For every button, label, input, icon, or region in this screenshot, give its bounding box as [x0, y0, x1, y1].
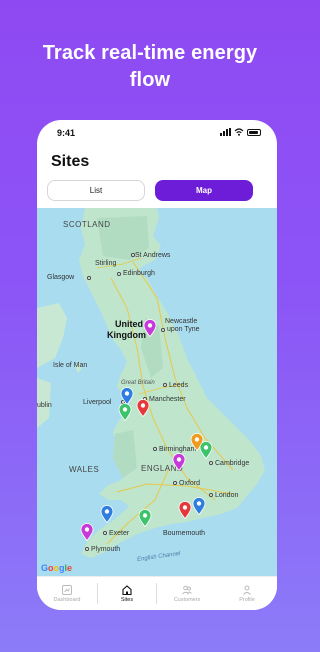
tab-customers[interactable]: Customers [157, 577, 217, 610]
tab-profile-label: Profile [239, 597, 255, 603]
map-label-glasgow: Glasgow [47, 274, 75, 281]
map-label-scotland: SCOTLAND [63, 220, 111, 229]
status-time: 9:41 [57, 128, 76, 138]
city-marker-birmingham [153, 447, 157, 451]
map-label-isle-of-man: Isle of Man [53, 362, 88, 369]
headline-line-1: Track real-time energy [42, 42, 258, 64]
google-logo-letter: G [41, 563, 49, 573]
city-marker-glasgow [87, 276, 91, 280]
map-label-cambridge: Cambridge [215, 460, 250, 467]
wifi-icon [234, 128, 244, 136]
site-pin-blue[interactable] [100, 505, 114, 523]
tab-dashboard-label: Dashboard [53, 597, 81, 603]
map-label-leeds: Leeds [169, 382, 189, 389]
city-marker-london [209, 493, 213, 497]
google-attribution: Google [41, 563, 72, 573]
site-pin-purple[interactable] [143, 319, 157, 337]
map-label-kingdom: Kingdom [107, 330, 146, 340]
map-label-liverpool: Liverpool [83, 399, 112, 406]
map-label-plymouth: Plymouth [91, 546, 121, 553]
city-marker-edinburgh [117, 272, 121, 276]
dashboard-icon [62, 585, 72, 595]
bottom-tab-bar: Dashboard Sites Customers Profile [37, 576, 277, 610]
ireland-landmass [37, 303, 67, 368]
site-pin-red[interactable] [136, 399, 150, 417]
city-marker-exeter [103, 531, 107, 535]
city-marker-st-andrews [131, 253, 135, 257]
profile-icon [243, 585, 251, 595]
map-label-great-britain: Great Britain [121, 380, 155, 386]
map-label-exeter: Exeter [109, 530, 130, 537]
map-label-stirling: Stirling [95, 260, 117, 267]
tab-customers-label: Customers [173, 597, 201, 603]
tab-dashboard[interactable]: Dashboard [37, 577, 97, 610]
map-label-united: United [115, 319, 143, 329]
map-label-st-andrews: St Andrews [135, 252, 171, 259]
city-marker-cambridge [209, 461, 213, 465]
map-label-london: London [215, 492, 239, 499]
signal-icon [220, 128, 231, 136]
map-label-edinburgh: Edinburgh [123, 270, 155, 277]
site-pin-green[interactable] [138, 509, 152, 527]
phone-frame: 9:41 Sites List Map SCOTLAND St Andrews … [37, 120, 277, 610]
map-label-newcastle: Newcastle [165, 318, 198, 325]
status-icons [220, 128, 261, 136]
city-marker-plymouth [85, 547, 89, 551]
status-bar: 9:41 [37, 120, 277, 146]
map-view-toggle[interactable]: Map [155, 180, 253, 201]
map-base [37, 208, 265, 558]
map-label-oxford: Oxford [179, 480, 201, 487]
tab-sites-label: Sites [120, 597, 134, 603]
city-marker-oxford [173, 481, 177, 485]
map-view[interactable]: SCOTLAND St Andrews Stirling Glasgow Edi… [37, 208, 277, 576]
map-label-upon-tyne: upon Tyne [167, 326, 200, 333]
map-label-wales: WALES [69, 465, 100, 474]
site-pin-green[interactable] [118, 403, 132, 421]
tab-sites[interactable]: Sites [97, 577, 157, 610]
city-marker-newcastle [161, 328, 165, 332]
site-pin-purple[interactable] [80, 523, 94, 541]
map-label-manchester: Manchester [149, 396, 186, 403]
battery-icon [247, 128, 261, 136]
tab-profile[interactable]: Profile [217, 577, 277, 610]
google-logo-letter: e [67, 563, 73, 573]
list-view-toggle[interactable]: List [47, 180, 145, 201]
site-pin-red[interactable] [178, 501, 192, 519]
map-label-dublin: ublin [37, 402, 52, 409]
site-pin-purple[interactable] [172, 453, 186, 471]
headline: Track real-time energy flow [0, 40, 300, 94]
site-pin-blue[interactable] [192, 497, 206, 515]
home-icon [122, 585, 132, 596]
map-label-bournemouth: Bournemouth [163, 530, 206, 537]
site-pin-green[interactable] [199, 441, 213, 459]
headline-line-2: flow [129, 69, 171, 91]
page-title: Sites [51, 153, 90, 170]
users-icon [182, 585, 192, 595]
city-marker-leeds [163, 383, 167, 387]
